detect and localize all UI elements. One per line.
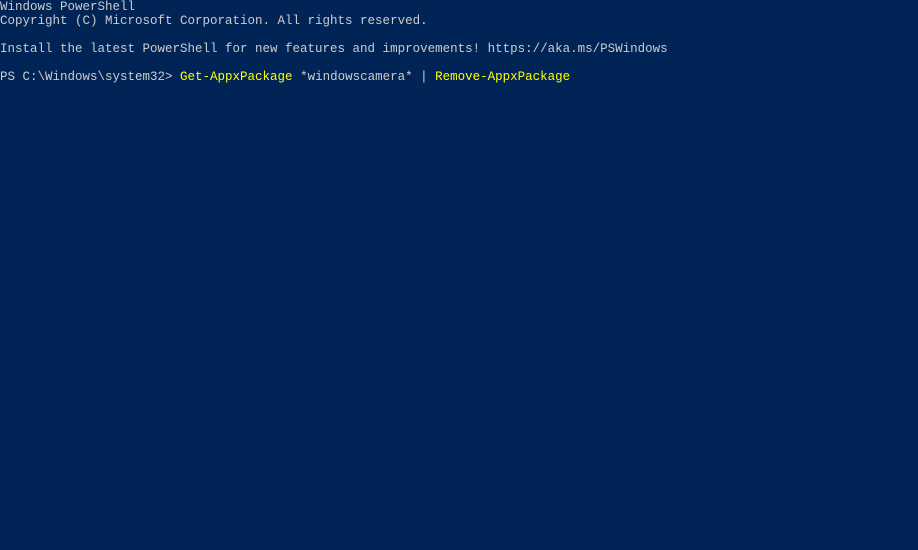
powershell-terminal[interactable]: Windows PowerShell Copyright (C) Microso…	[0, 0, 918, 550]
command-line[interactable]: PS C:\Windows\system32> Get-AppxPackage …	[0, 70, 918, 84]
header-line-2: Copyright (C) Microsoft Corporation. All…	[0, 14, 918, 28]
blank-line	[0, 28, 918, 42]
cmdlet-get-appxpackage: Get-AppxPackage	[180, 70, 293, 84]
cmdlet-remove-appxpackage: Remove-AppxPackage	[435, 70, 570, 84]
command-arg-pipe: *windowscamera* |	[293, 70, 436, 84]
header-line-1: Windows PowerShell	[0, 0, 918, 14]
blank-line	[0, 56, 918, 70]
install-message: Install the latest PowerShell for new fe…	[0, 42, 918, 56]
prompt-path: PS C:\Windows\system32>	[0, 70, 180, 84]
